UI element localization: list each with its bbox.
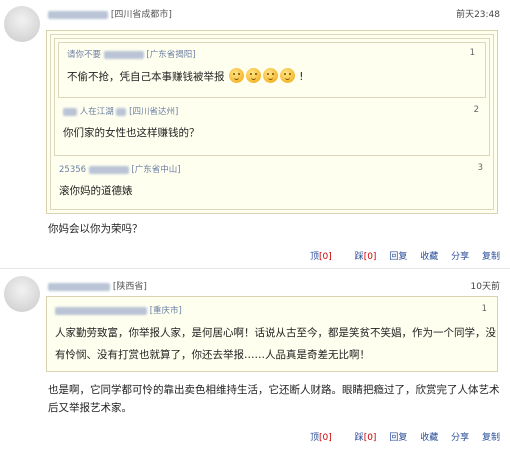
blurred-username <box>116 107 127 116</box>
quote-location: [广东省中山] <box>131 165 181 175</box>
quote-index: 3 <box>477 163 483 173</box>
quote-meta: 25356 [广东省中山] <box>59 163 181 175</box>
quote-text: 滚你妈的道德婊 <box>59 185 133 197</box>
quote-level-2: 请你不要 [广东省揭阳] 1 不偷不抢，凭自己本事赚钱被举报 ! 人在江湖 [四… <box>54 38 490 156</box>
copy-button[interactable]: 复制 <box>482 433 500 443</box>
upvote-count: [0] <box>319 252 332 262</box>
smiley-emoji-icon <box>262 68 278 83</box>
quote-location: [重庆市] <box>149 306 182 316</box>
avatar[interactable] <box>4 276 40 312</box>
share-button[interactable]: 分享 <box>451 252 469 262</box>
comment-body-line-1: 也是啊，它同学都可怜的靠出卖色相维持生活，它还断人财路。眼睛把瘾过了，欣赏完了人… <box>48 384 500 396</box>
blurred-username <box>48 282 110 291</box>
comment-1: [四川省成都市] 前天23:48 请你不要 [广东省揭阳] 1 不偷不抢，凭自己… <box>0 0 510 262</box>
upvote-button[interactable]: 顶[0] <box>300 252 332 262</box>
comment-location: [四川省成都市] <box>110 10 172 20</box>
downvote-label: 踩 <box>354 433 364 443</box>
quote-text-line-1: 人家勤劳致富，你举报人家，是何居心啊！话说从古至今，都是笑贫不笑娼，作为一个同学… <box>55 327 496 339</box>
reply-button[interactable]: 回复 <box>389 433 407 443</box>
upvote-label: 顶 <box>310 433 320 443</box>
quote-text-suffix: ! <box>299 71 304 83</box>
avatar[interactable] <box>4 6 40 42</box>
quote-user[interactable]: 25356 <box>59 165 86 175</box>
blurred-username <box>63 107 77 116</box>
smiley-emoji-icon <box>279 68 295 83</box>
quote-user[interactable]: 请你不要 <box>67 50 101 60</box>
smiley-emoji-icon <box>228 68 244 83</box>
comment-body-line-2: 后又举报艺术家。 <box>48 402 132 414</box>
copy-button[interactable]: 复制 <box>482 252 500 262</box>
quote-text: 你们家的女性也这样赚钱的？ <box>63 127 200 139</box>
quote-location: [广东省揭阳] <box>146 50 196 60</box>
downvote-label: 踩 <box>354 252 364 262</box>
quote-index: 1 <box>469 48 475 58</box>
quote-index: 1 <box>481 304 487 314</box>
quote-text: 不偷不抢，凭自己本事赚钱被举报 ! <box>67 68 303 84</box>
quote-location: [四川省达州] <box>129 107 179 117</box>
comment-time: 前天23:48 <box>456 10 500 20</box>
quote-text-main: 不偷不抢，凭自己本事赚钱被举报 <box>67 71 225 83</box>
favorite-button[interactable]: 收藏 <box>420 252 438 262</box>
quote-meta: 请你不要 [广东省揭阳] <box>67 48 196 60</box>
blurred-username <box>103 50 144 59</box>
quote-user[interactable]: 人在江湖 <box>80 107 114 117</box>
upvote-label: 顶 <box>310 252 320 262</box>
quote-meta: 人在江湖 [四川省达州] <box>63 105 178 117</box>
comment-actions: 顶[0] 踩[0] 回复 收藏 分享 复制 <box>290 249 500 262</box>
blurred-username <box>48 10 108 19</box>
downvote-count: [0] <box>363 252 377 262</box>
downvote-button[interactable]: 踩[0] <box>345 433 377 443</box>
comment-actions: 顶[0] 踩[0] 回复 收藏 分享 复制 <box>290 430 500 443</box>
quote-meta: [重庆市] <box>55 304 182 316</box>
quote-thread: [重庆市] 1 人家勤劳致富，你举报人家，是何居心啊！话说从古至今，都是笑贫不笑… <box>46 296 498 372</box>
blurred-username <box>55 306 147 315</box>
quote-index: 2 <box>473 105 479 115</box>
divider <box>0 268 510 269</box>
comment-2: [陕西省] 10天前 [重庆市] 1 人家勤劳致富，你举报人家，是何居心啊！话说… <box>0 270 510 449</box>
quote-level-3: 请你不要 [广东省揭阳] 1 不偷不抢，凭自己本事赚钱被举报 ! <box>58 42 486 98</box>
comment-meta: [陕西省] <box>48 279 147 292</box>
quote-level-1: 请你不要 [广东省揭阳] 1 不偷不抢，凭自己本事赚钱被举报 ! 人在江湖 [四… <box>50 34 494 210</box>
smiley-emoji-icon <box>245 68 261 83</box>
upvote-count: [0] <box>319 433 332 443</box>
comment-time: 10天前 <box>470 282 500 292</box>
upvote-button[interactable]: 顶[0] <box>300 433 332 443</box>
downvote-count: [0] <box>363 433 377 443</box>
share-button[interactable]: 分享 <box>451 433 469 443</box>
downvote-button[interactable]: 踩[0] <box>345 252 377 262</box>
comment-meta: [四川省成都市] <box>48 7 172 20</box>
reply-button[interactable]: 回复 <box>389 252 407 262</box>
quote-thread: 请你不要 [广东省揭阳] 1 不偷不抢，凭自己本事赚钱被举报 ! 人在江湖 [四… <box>46 30 498 214</box>
comment-body: 你妈会以你为荣吗？ <box>48 223 143 235</box>
quote-text-line-2: 有怜悯、没有打赏也就算了，你还去举报……人品真是奇差无比啊！ <box>55 349 370 361</box>
comment-location: [陕西省] <box>112 282 147 292</box>
blurred-username <box>88 165 129 174</box>
favorite-button[interactable]: 收藏 <box>420 433 438 443</box>
